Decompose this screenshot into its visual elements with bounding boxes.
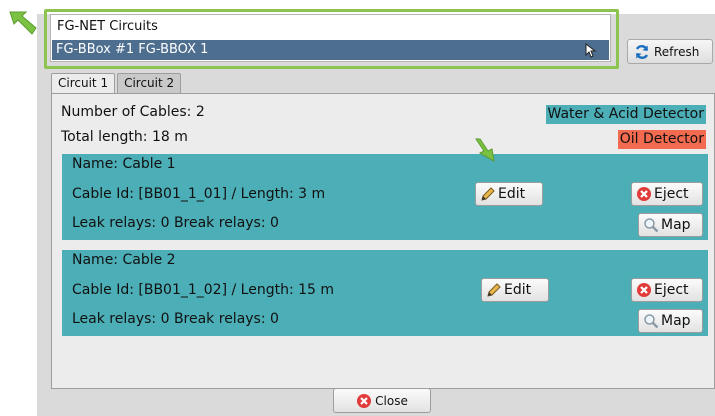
close-label: Close <box>375 393 408 408</box>
cable-name: Name: Cable 1 <box>72 156 176 172</box>
tab-circuit-2[interactable]: Circuit 2 <box>117 73 182 93</box>
select-selected-option[interactable]: FG-BBox #1 FG-BBOX 1 <box>52 40 609 60</box>
pencil-icon <box>486 282 502 298</box>
cable-relays: Leak relays: 0 Break relays: 0 <box>72 311 279 327</box>
map-button[interactable]: Map <box>638 309 703 333</box>
close-button[interactable]: Close <box>333 388 431 413</box>
cable-card: Name: Cable 2 Cable Id: [BB01_1_02] / Le… <box>62 250 708 336</box>
magnifier-icon <box>643 217 659 233</box>
selected-option-text: FG-BBox #1 FG-BBOX 1 <box>56 42 209 57</box>
map-label: Map <box>661 313 691 329</box>
edit-button[interactable]: Edit <box>481 278 549 302</box>
select-label: FG-NET Circuits <box>57 19 158 34</box>
tab-label: Circuit 2 <box>124 76 175 90</box>
oil-detector-badge: Oil Detector <box>617 130 706 149</box>
tab-circuit-1[interactable]: Circuit 1 <box>51 73 116 94</box>
green-arrow-icon <box>475 138 495 162</box>
cable-id-length: Cable Id: [BB01_1_01] / Length: 3 m <box>72 186 326 202</box>
circuit-panel: Number of Cables: 2 Total length: 18 m W… <box>51 93 715 389</box>
close-circle-icon <box>356 393 372 409</box>
close-circle-icon <box>636 186 652 202</box>
eject-label: Eject <box>654 282 689 298</box>
cable-card: Name: Cable 1 Cable Id: [BB01_1_01] / Le… <box>62 154 708 240</box>
cable-id-length: Cable Id: [BB01_1_02] / Length: 15 m <box>72 282 335 298</box>
mouse-cursor-icon <box>585 43 597 58</box>
map-label: Map <box>661 217 691 233</box>
eject-button[interactable]: Eject <box>631 182 703 206</box>
refresh-icon <box>634 44 650 60</box>
eject-button[interactable]: Eject <box>631 278 703 302</box>
refresh-button[interactable]: Refresh <box>627 39 713 64</box>
edit-label: Edit <box>504 282 532 298</box>
edit-button[interactable]: Edit <box>475 182 543 206</box>
cable-name: Name: Cable 2 <box>72 252 176 268</box>
water-acid-badge: Water & Acid Detector <box>545 105 706 124</box>
edit-label: Edit <box>498 186 526 202</box>
green-arrow-icon <box>9 11 37 35</box>
map-button[interactable]: Map <box>638 213 703 237</box>
tab-label: Circuit 1 <box>58 76 109 90</box>
cable-relays: Leak relays: 0 Break relays: 0 <box>72 215 279 231</box>
circuit-tabs: Circuit 1 Circuit 2 <box>51 73 183 94</box>
magnifier-icon <box>643 313 659 329</box>
circuit-select[interactable]: FG-NET Circuits FG-BBox #1 FG-BBOX 1 <box>50 14 611 62</box>
close-circle-icon <box>636 282 652 298</box>
total-length: Total length: 18 m <box>61 129 188 145</box>
refresh-label: Refresh <box>654 44 700 59</box>
cable-count: Number of Cables: 2 <box>61 104 205 120</box>
eject-label: Eject <box>654 186 689 202</box>
pencil-icon <box>480 186 496 202</box>
